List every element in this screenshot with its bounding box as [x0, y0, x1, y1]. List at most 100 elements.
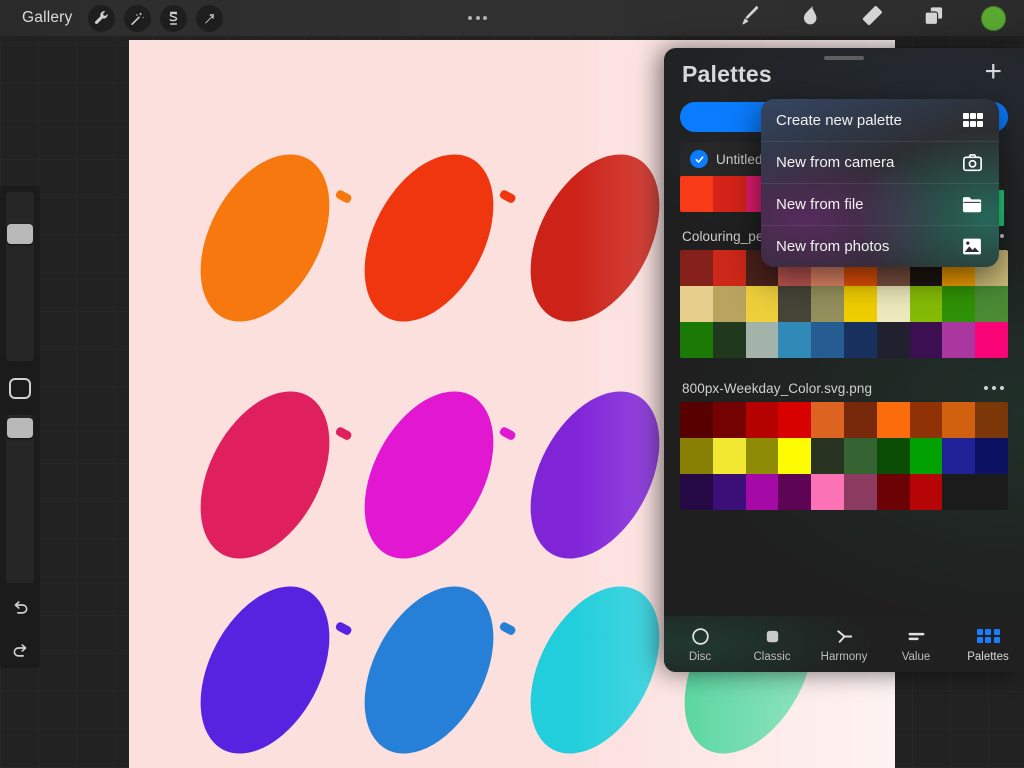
smudge-button[interactable] — [795, 3, 825, 33]
color-swatch[interactable] — [712, 322, 746, 358]
photo-icon — [961, 236, 983, 256]
layers-icon — [921, 3, 947, 34]
color-swatch[interactable] — [811, 286, 844, 322]
color-swatch[interactable] — [680, 286, 713, 322]
color-swatch[interactable] — [975, 322, 1008, 358]
color-swatch[interactable] — [843, 402, 877, 438]
color-swatch[interactable] — [712, 402, 746, 438]
brush-stroke-nib — [335, 427, 352, 440]
color-swatch[interactable] — [712, 286, 746, 322]
color-swatch[interactable] — [680, 176, 713, 212]
undo-button[interactable] — [5, 597, 35, 625]
color-swatch[interactable] — [712, 176, 746, 212]
redo-button[interactable] — [5, 640, 35, 668]
transform-button[interactable] — [195, 4, 223, 32]
erase-button[interactable] — [857, 3, 887, 33]
color-swatch[interactable] — [909, 402, 943, 438]
color-swatch[interactable] — [811, 474, 844, 510]
color-swatch[interactable] — [975, 474, 1008, 510]
color-swatch[interactable] — [942, 474, 976, 510]
color-swatch[interactable] — [811, 322, 844, 358]
color-swatch[interactable] — [876, 438, 910, 474]
color-swatch[interactable] — [975, 438, 1008, 474]
color-swatch[interactable] — [745, 322, 779, 358]
color-swatch[interactable] — [942, 286, 976, 322]
color-swatch[interactable] — [975, 286, 1008, 322]
color-swatch[interactable] — [745, 438, 779, 474]
tab-palettes[interactable]: Palettes — [952, 616, 1024, 672]
color-swatch[interactable] — [876, 474, 910, 510]
menu-item-new-from-camera[interactable]: New from camera — [761, 141, 999, 183]
color-swatch[interactable] — [712, 438, 746, 474]
color-swatch[interactable] — [942, 402, 976, 438]
brush-stroke — [200, 154, 330, 322]
color-swatch[interactable] — [909, 286, 943, 322]
brush-size-thumb[interactable] — [7, 224, 33, 244]
add-palette-button[interactable]: + — [980, 56, 1006, 92]
color-swatch[interactable] — [778, 402, 812, 438]
tab-disc[interactable]: Disc — [664, 616, 736, 672]
menu-item-create-new-palette[interactable]: Create new palette — [761, 99, 999, 141]
palette-options-button[interactable] — [982, 380, 1007, 397]
color-swatch[interactable] — [909, 322, 943, 358]
menu-item-label: Create new palette — [776, 111, 902, 129]
color-swatch[interactable] — [811, 438, 844, 474]
palette-swatches-weekday-color — [680, 402, 1008, 510]
harmony-branch-icon — [833, 625, 856, 647]
tab-value[interactable]: Value — [880, 616, 952, 672]
color-swatch[interactable] — [909, 474, 943, 510]
magic-wand-icon — [129, 10, 146, 27]
color-swatch[interactable] — [778, 322, 812, 358]
color-swatch[interactable] — [745, 286, 779, 322]
smudge-icon — [797, 3, 823, 34]
actions-menu-button[interactable] — [468, 16, 488, 20]
brush-icon — [735, 3, 761, 34]
menu-item-label: New from camera — [776, 153, 895, 171]
color-swatch[interactable] — [843, 474, 877, 510]
color-swatch[interactable] — [680, 250, 713, 286]
color-swatch[interactable] — [712, 250, 746, 286]
selected-check-icon — [690, 150, 708, 168]
color-swatch[interactable] — [680, 474, 713, 510]
color-swatch[interactable] — [942, 438, 976, 474]
color-swatch[interactable] — [843, 322, 877, 358]
undo-icon — [10, 598, 31, 624]
tab-harmony[interactable]: Harmony — [808, 616, 880, 672]
wrench-icon — [93, 10, 110, 27]
menu-item-new-from-file[interactable]: New from file — [761, 183, 999, 225]
color-swatch[interactable] — [778, 438, 812, 474]
color-swatch[interactable] — [876, 286, 910, 322]
brush-size-slider[interactable] — [6, 192, 34, 361]
color-swatch[interactable] — [745, 402, 779, 438]
menu-item-new-from-photos[interactable]: New from photos — [761, 225, 999, 267]
color-swatch[interactable] — [843, 286, 877, 322]
color-swatch[interactable] — [778, 286, 812, 322]
color-swatch[interactable] — [811, 402, 844, 438]
dot — [999, 385, 1004, 391]
palette-name: Untitled — [716, 151, 763, 167]
tab-classic[interactable]: Classic — [736, 616, 808, 672]
opacity-slider[interactable] — [6, 414, 34, 584]
color-swatch[interactable] — [680, 322, 713, 358]
dot — [999, 233, 1004, 239]
gallery-button[interactable]: Gallery — [16, 7, 79, 29]
color-swatch[interactable] — [975, 402, 1008, 438]
color-swatch[interactable] — [843, 438, 877, 474]
color-swatch[interactable] — [942, 322, 976, 358]
modify-button[interactable] — [9, 377, 31, 399]
layers-button[interactable] — [919, 3, 949, 33]
adjustments-magic-button[interactable] — [123, 4, 151, 32]
opacity-thumb[interactable] — [7, 417, 33, 438]
color-swatch[interactable] — [778, 474, 812, 510]
color-swatch[interactable] — [680, 438, 713, 474]
color-swatch[interactable] — [909, 438, 943, 474]
selection-button[interactable] — [159, 4, 187, 32]
paint-button[interactable] — [733, 3, 763, 33]
color-swatch[interactable] — [745, 474, 779, 510]
color-swatch[interactable] — [876, 402, 910, 438]
adjustments-wrench-button[interactable] — [87, 4, 115, 32]
color-swatch[interactable] — [680, 402, 713, 438]
color-swatch[interactable] — [712, 474, 746, 510]
color-swatch-button[interactable] — [981, 5, 1006, 31]
color-swatch[interactable] — [876, 322, 910, 358]
